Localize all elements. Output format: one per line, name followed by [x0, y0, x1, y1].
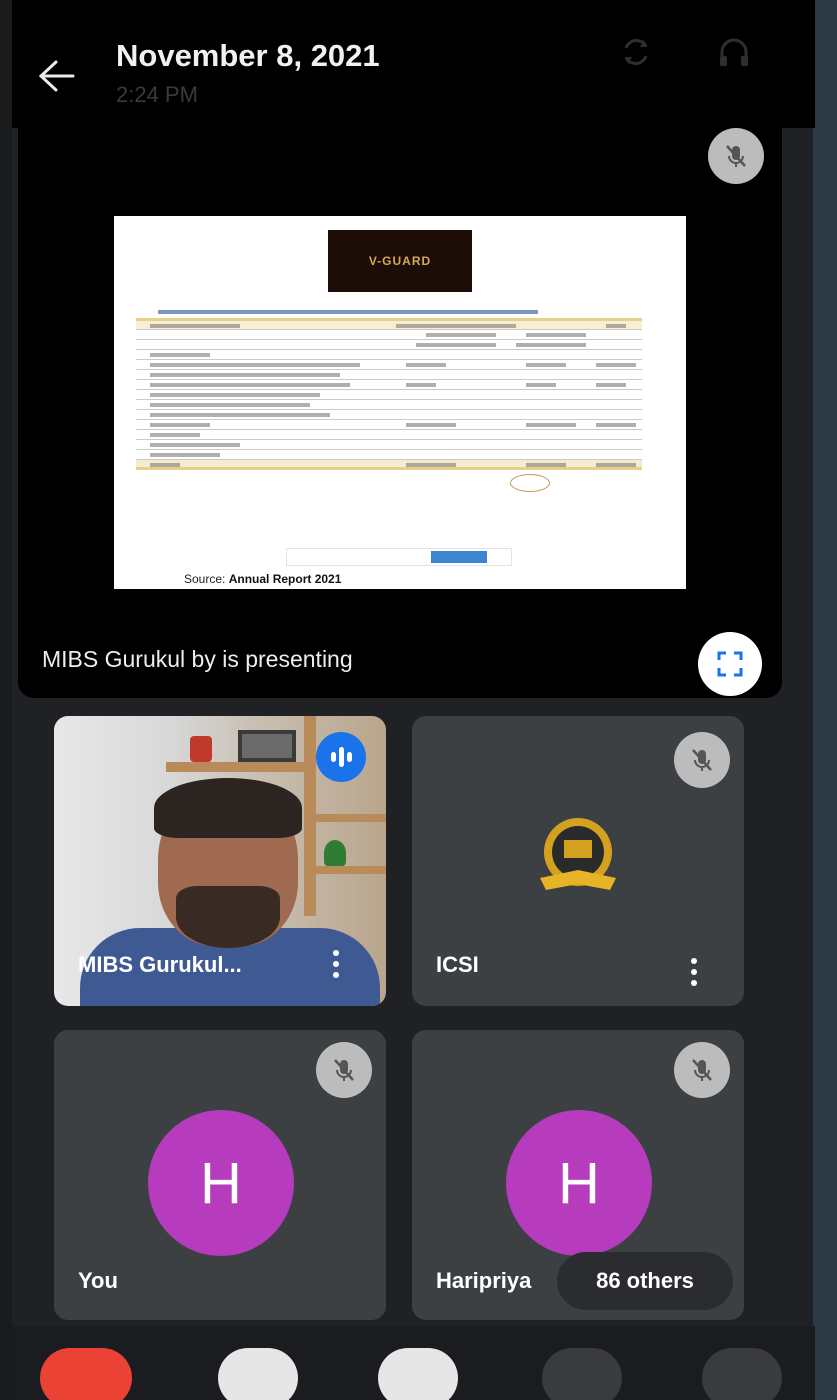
fullscreen-button[interactable] [698, 632, 762, 696]
mic-off-icon [692, 1059, 712, 1081]
end-call-button[interactable] [40, 1348, 132, 1400]
call-controls-bar [12, 1326, 815, 1400]
participant-tile-icsi[interactable]: ICSI [412, 716, 744, 1006]
table-row [136, 330, 642, 340]
icsi-logo-icon [530, 812, 626, 896]
mute-badge [674, 1042, 730, 1098]
pager-button [431, 551, 487, 563]
table-row [136, 390, 642, 400]
plant-pot [190, 736, 212, 762]
slide-source: Source: Annual Report 2021 [184, 572, 341, 586]
table-row [136, 380, 642, 390]
person-beard [176, 886, 280, 948]
participant-name: MIBS Gurukul... [78, 952, 242, 977]
more-controls-button[interactable] [702, 1348, 782, 1400]
avatar: H [506, 1110, 652, 1256]
fullscreen-icon [717, 651, 743, 677]
back-button[interactable] [32, 52, 80, 100]
table-row [136, 430, 642, 440]
table-row [136, 400, 642, 410]
meeting-time: 2:24 PM [116, 82, 198, 107]
switch-camera-button[interactable] [614, 30, 658, 74]
more-vert-icon [333, 950, 339, 956]
highlight-circle [510, 474, 550, 492]
table-row [136, 350, 642, 360]
meeting-title: November 8, 2021 [116, 38, 380, 73]
person-hair [154, 778, 302, 838]
table-row [136, 440, 642, 450]
participant-name: Haripriya [436, 1268, 532, 1293]
participant-name: ICSI [436, 952, 479, 977]
table-header-row [136, 318, 642, 330]
mute-badge [674, 732, 730, 788]
slide-heading [158, 310, 538, 314]
table-total-row [136, 460, 642, 470]
table-row [136, 410, 642, 420]
shared-slide: V-GUARD Source: Annual Report 2021 [114, 216, 686, 589]
more-options-button[interactable] [682, 952, 706, 992]
presentation-panel: V-GUARD Source: Annual Report 2021 MIBS … [18, 128, 782, 698]
right-edge [813, 0, 837, 1400]
mute-badge [316, 1042, 372, 1098]
table-row [136, 340, 642, 350]
raise-hand-button[interactable] [542, 1348, 622, 1400]
meeting-screen: November 8, 2021 2:24 PM V-GUARD Source:… [0, 0, 837, 1400]
logo-text: V-GUARD [368, 254, 432, 268]
mic-off-icon [726, 145, 746, 167]
avatar: H [148, 1110, 294, 1256]
presenter-label: MIBS Gurukul by is presenting [42, 646, 353, 672]
speaking-indicator [316, 732, 366, 782]
presentation-mute-badge [708, 128, 764, 184]
source-label: Source: [184, 572, 226, 586]
mic-off-icon [692, 749, 712, 771]
table-row [136, 450, 642, 460]
camera-button[interactable] [378, 1348, 458, 1400]
left-edge [0, 0, 12, 1400]
participant-tile-video[interactable]: MIBS Gurukul... [54, 716, 386, 1006]
more-options-button[interactable] [324, 944, 348, 984]
microphone-button[interactable] [218, 1348, 298, 1400]
source-value: Annual Report 2021 [228, 572, 342, 586]
picture-frame [238, 730, 296, 762]
mic-off-icon [334, 1059, 354, 1081]
audio-output-button[interactable] [712, 30, 756, 74]
remuneration-table [136, 318, 642, 470]
others-count-button[interactable]: 86 others [557, 1252, 733, 1310]
table-row [136, 370, 642, 380]
headphones-icon [720, 38, 748, 66]
shelf-post [304, 716, 316, 916]
table-row [136, 360, 642, 370]
shelf [166, 762, 306, 772]
slide-pager [286, 548, 512, 566]
company-logo: V-GUARD [328, 230, 472, 292]
plant [324, 840, 346, 866]
top-bar: November 8, 2021 2:24 PM [12, 0, 815, 128]
more-vert-icon [691, 958, 697, 964]
camera-switch-icon [624, 39, 648, 65]
participant-name: You [78, 1268, 118, 1293]
shelf [316, 814, 386, 822]
participant-tile-you[interactable]: H You [54, 1030, 386, 1320]
table-row [136, 420, 642, 430]
arrow-left-icon [38, 60, 75, 92]
shelf [316, 866, 386, 874]
